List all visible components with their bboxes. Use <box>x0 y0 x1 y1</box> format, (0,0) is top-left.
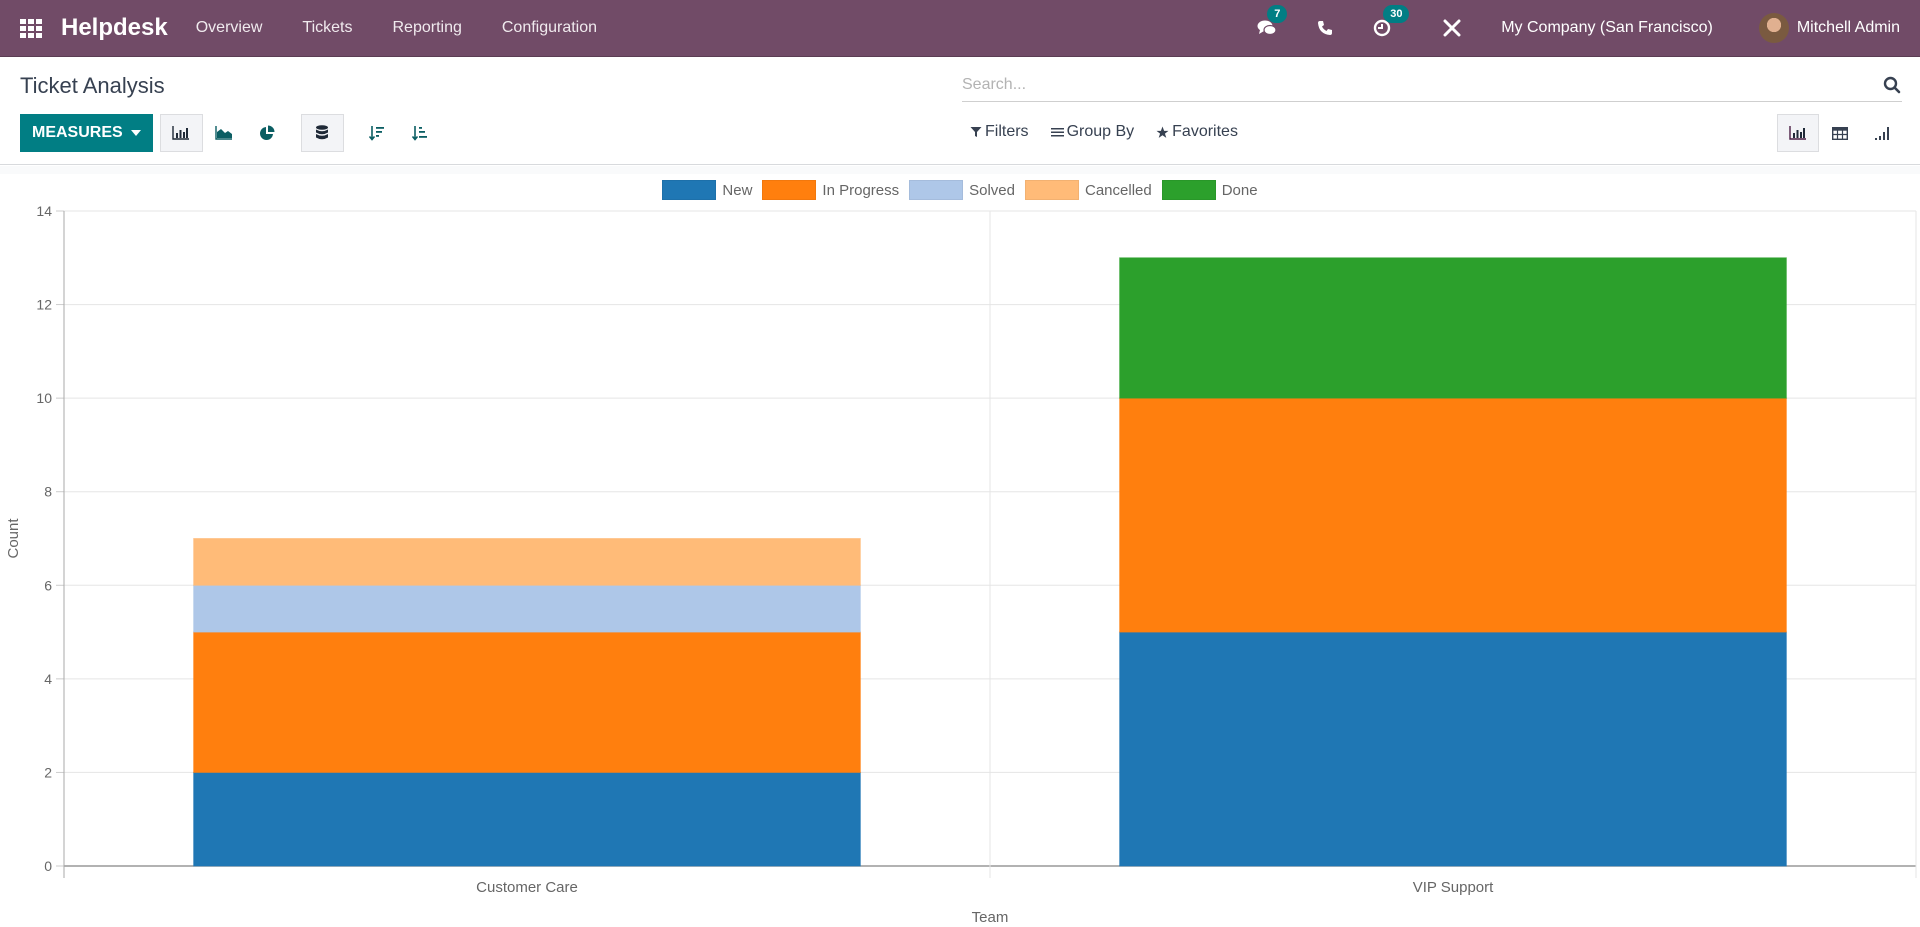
apps-menu-icon[interactable] <box>20 17 42 39</box>
bar-segment-cancelled <box>193 538 861 586</box>
caret-down-icon <box>130 130 141 136</box>
group-by-button[interactable]: Group By <box>1050 123 1135 141</box>
sort-descending-button[interactable] <box>356 114 399 152</box>
menu-reporting[interactable]: Reporting <box>392 19 461 37</box>
group-by-label: Group By <box>1066 123 1135 140</box>
search-bar <box>962 69 1902 102</box>
bar-segment-in-progress <box>193 631 861 773</box>
search-icon[interactable] <box>1882 75 1902 95</box>
activities-badge: 30 <box>1383 5 1410 23</box>
bar-segment-done <box>1119 257 1787 399</box>
pie-chart-button[interactable] <box>246 114 289 152</box>
messages-button[interactable]: 7 <box>1257 5 1288 37</box>
y-tick-label: 14 <box>36 203 52 219</box>
legend-item-cancelled[interactable]: Cancelled <box>1025 180 1152 200</box>
y-tick-label: 8 <box>44 484 52 500</box>
pivot-view-button[interactable] <box>1819 114 1861 152</box>
bar-segment-new <box>1119 631 1787 867</box>
y-tick-label: 0 <box>44 858 52 874</box>
phone-icon <box>1318 21 1333 35</box>
y-tick-label: 12 <box>36 297 52 313</box>
legend-label: Cancelled <box>1085 181 1152 199</box>
legend-item-new[interactable]: New <box>662 180 752 200</box>
sort-descending-icon <box>369 126 385 141</box>
user-avatar <box>1758 13 1789 43</box>
control-panel: Ticket Analysis MEASURES <box>0 57 1920 165</box>
legend-swatch <box>1025 180 1079 200</box>
app-brand[interactable]: Helpdesk <box>61 14 168 42</box>
menu-tickets[interactable]: Tickets <box>302 19 352 37</box>
table-icon <box>1832 126 1848 140</box>
legend-item-solved[interactable]: Solved <box>909 180 1015 200</box>
sort-ascending-button[interactable] <box>399 114 442 152</box>
legend-swatch <box>909 180 964 200</box>
signal-bars-icon <box>1875 127 1889 140</box>
phone-button[interactable] <box>1317 20 1333 36</box>
search-options: Filters Group By Favorites <box>970 123 1260 141</box>
measures-dropdown[interactable]: MEASURES <box>20 114 153 152</box>
bar-segment-new <box>193 771 861 867</box>
view-switcher <box>1777 114 1903 152</box>
favorites-label: Favorites <box>1172 123 1238 140</box>
legend-label: Solved <box>969 181 1015 199</box>
y-tick-label: 2 <box>44 764 52 780</box>
menu-configuration[interactable]: Configuration <box>502 19 597 37</box>
y-tick-label: 4 <box>44 671 52 687</box>
pie-chart-icon <box>260 125 275 140</box>
cohort-view-button[interactable] <box>1861 114 1903 152</box>
bar-segment-solved <box>193 584 861 633</box>
legend-swatch <box>762 180 817 200</box>
y-tick-label: 6 <box>44 577 52 593</box>
chart-legend: New In Progress Solved Cancelled Done <box>0 180 1920 200</box>
tools-icon <box>1443 19 1461 37</box>
graph-view-button[interactable] <box>1777 114 1819 152</box>
chart-top-band <box>0 166 1920 174</box>
bar-chart-icon <box>1789 126 1806 140</box>
graph-toolbar: MEASURES <box>20 114 442 152</box>
company-switcher[interactable]: My Company (San Francisco) <box>1501 19 1713 37</box>
star-icon <box>1156 126 1169 138</box>
bar-segment-in-progress <box>1119 397 1787 633</box>
activities-button[interactable]: 30 <box>1373 5 1410 37</box>
x-axis-title: Team <box>972 909 1009 926</box>
top-navbar: Helpdesk Overview Tickets Reporting Conf… <box>0 0 1920 57</box>
y-tick-label: 10 <box>36 390 52 406</box>
measures-label: MEASURES <box>32 124 123 141</box>
user-name: Mitchell Admin <box>1796 19 1900 36</box>
legend-item-in-progress[interactable]: In Progress <box>762 180 899 200</box>
legend-label: In Progress <box>822 181 900 199</box>
bar-chart-button[interactable] <box>159 114 203 152</box>
legend-item-done[interactable]: Done <box>1161 180 1258 200</box>
stacked-bar-chart: 0 2 4 6 8 10 12 14 Customer Care VIP Support Team C… <box>0 166 1920 926</box>
legend-swatch <box>1161 180 1216 200</box>
bar-chart-icon <box>172 126 190 140</box>
y-axis-title: Count <box>5 518 22 559</box>
sort-ascending-icon <box>412 126 428 141</box>
area-chart-icon <box>215 126 233 140</box>
database-stack-icon <box>316 125 329 140</box>
menu-overview[interactable]: Overview <box>196 19 263 37</box>
filters-label: Filters <box>985 123 1029 140</box>
graph-view: 0 2 4 6 8 10 12 14 Customer Care VIP Support Team C… <box>0 166 1920 927</box>
stacked-toggle-button[interactable] <box>300 114 344 152</box>
legend-label: Done <box>1221 181 1258 199</box>
legend-swatch <box>662 180 717 200</box>
page-title: Ticket Analysis <box>20 73 165 98</box>
user-menu[interactable]: Mitchell Admin <box>1758 13 1900 43</box>
list-icon <box>1050 128 1064 137</box>
filters-button[interactable]: Filters <box>970 123 1029 141</box>
favorites-button[interactable]: Favorites <box>1156 123 1238 141</box>
messages-badge: 7 <box>1267 5 1288 23</box>
debug-tools-button[interactable] <box>1443 19 1461 37</box>
line-chart-button[interactable] <box>203 114 246 152</box>
x-tick-label: VIP Support <box>1413 879 1494 896</box>
x-tick-label: Customer Care <box>476 879 578 896</box>
legend-label: New <box>722 181 753 199</box>
search-input[interactable] <box>962 76 1882 94</box>
filter-icon <box>970 127 982 137</box>
